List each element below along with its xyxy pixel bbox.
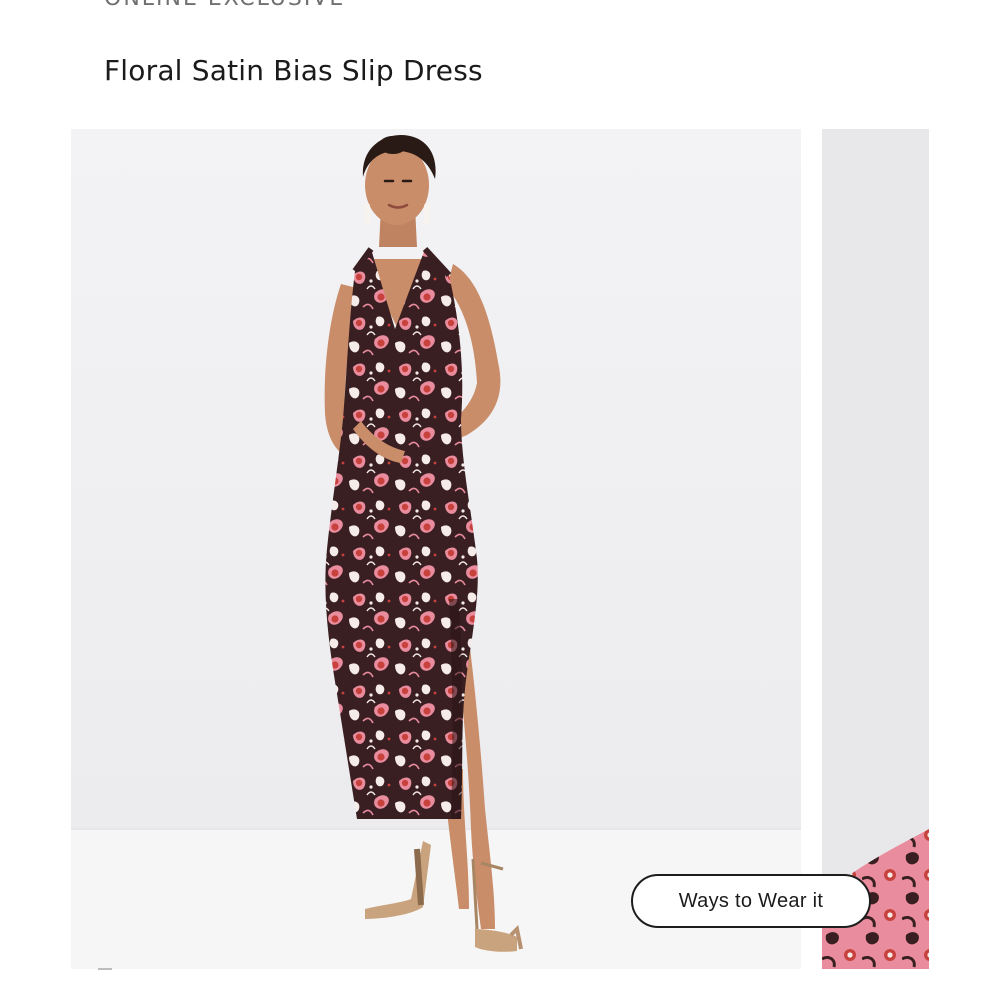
main-product-image[interactable] <box>71 129 801 969</box>
model-photo-illustration <box>71 129 801 969</box>
product-image-carousel[interactable] <box>71 129 929 969</box>
ways-to-wear-button[interactable]: Ways to Wear it <box>631 874 871 928</box>
carousel-indicator <box>98 968 112 970</box>
fabric-closeup-illustration <box>822 129 929 969</box>
product-page: ONLINE EXCLUSIVE Floral Satin Bias Slip … <box>0 0 1000 1000</box>
next-product-image[interactable] <box>822 129 929 969</box>
product-title: Floral Satin Bias Slip Dress <box>104 54 483 87</box>
online-exclusive-label: ONLINE EXCLUSIVE <box>104 0 345 11</box>
